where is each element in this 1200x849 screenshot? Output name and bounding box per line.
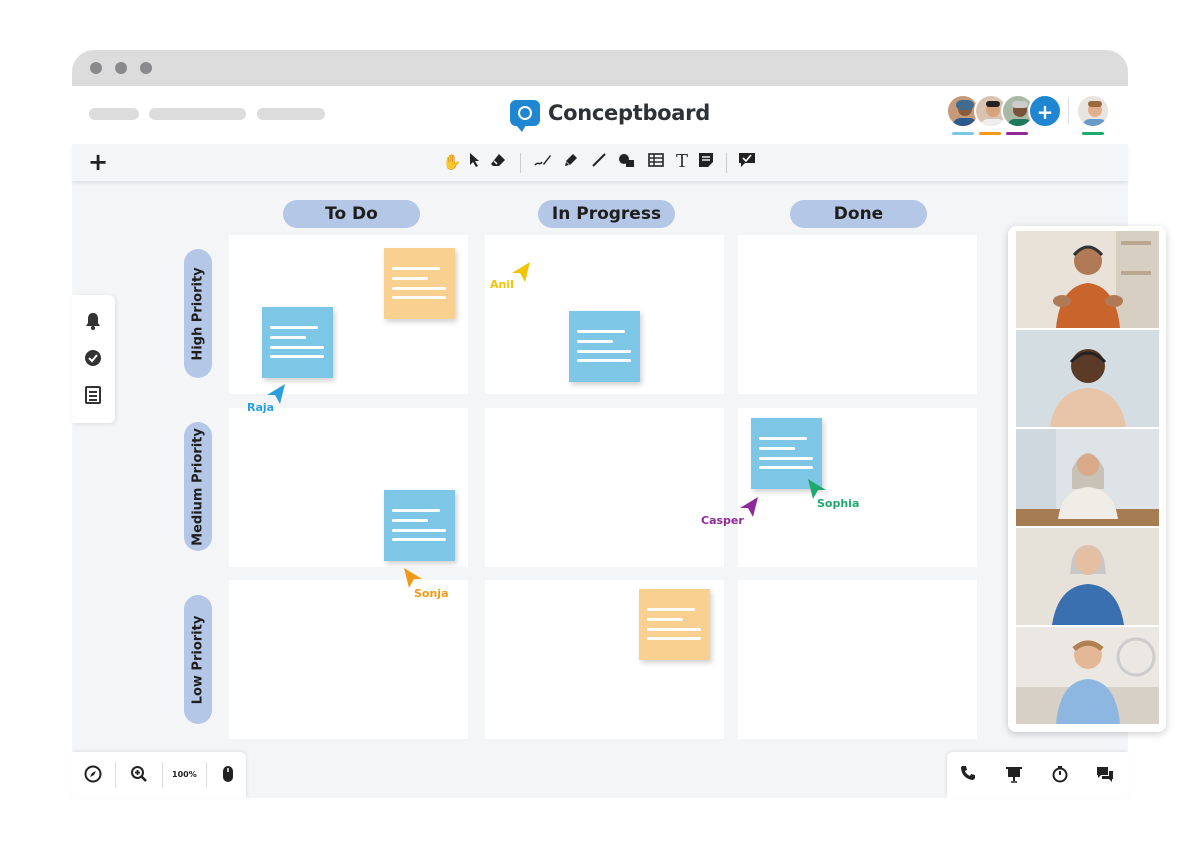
video-participant-tile[interactable] <box>1016 627 1159 724</box>
row-header-low-priority[interactable]: Low Priority <box>184 595 212 724</box>
shapes-icon[interactable] <box>617 152 637 172</box>
phone-icon[interactable] <box>958 765 978 785</box>
cursor-pointer-icon <box>404 568 422 588</box>
column-header-todo[interactable]: To Do <box>283 200 420 228</box>
sticky-note[interactable] <box>384 248 455 319</box>
text-icon[interactable]: T <box>672 152 692 172</box>
notifications-bell-icon[interactable] <box>83 312 103 332</box>
chat-icon[interactable] <box>1095 765 1115 785</box>
mouse-mode-icon[interactable] <box>218 765 238 785</box>
line-icon[interactable] <box>589 152 609 172</box>
table-icon[interactable] <box>646 152 666 172</box>
cursor-label-sonja: Sonja <box>414 587 449 600</box>
timer-icon[interactable] <box>1050 765 1070 785</box>
tasks-check-icon[interactable] <box>83 349 103 369</box>
video-participant-tile[interactable] <box>1016 330 1159 427</box>
column-header-done[interactable]: Done <box>790 200 927 228</box>
eraser-icon[interactable] <box>488 152 508 172</box>
video-participant-tile[interactable] <box>1016 429 1159 526</box>
pen-icon[interactable] <box>533 152 553 172</box>
window-close-dot[interactable] <box>90 62 102 74</box>
comment-icon[interactable] <box>737 152 757 172</box>
cursor-label-raja: Raja <box>247 401 275 414</box>
side-panel <box>72 295 115 423</box>
nav-placeholder[interactable] <box>257 108 325 120</box>
nav-placeholder[interactable] <box>89 108 139 120</box>
zoom-level[interactable]: 100% <box>172 770 197 779</box>
sticky-note[interactable] <box>262 307 333 378</box>
row-header-medium-priority[interactable]: Medium Priority <box>184 422 212 551</box>
cursor-label-casper: Casper <box>701 514 744 527</box>
video-participant-tile[interactable] <box>1016 528 1159 625</box>
sticky-note[interactable] <box>569 311 640 382</box>
select-cursor-icon[interactable] <box>465 152 485 172</box>
title-bar <box>72 50 1128 86</box>
video-participant-tile[interactable] <box>1016 231 1159 328</box>
window-minimize-dot[interactable] <box>115 62 127 74</box>
sticky-note[interactable] <box>639 589 710 660</box>
app-logo: Conceptboard <box>510 100 710 132</box>
nav-placeholder[interactable] <box>149 108 246 120</box>
cursor-label-anil: Anil <box>490 278 514 291</box>
presentation-icon[interactable] <box>1004 765 1024 785</box>
app-header: Conceptboard + <box>72 86 1128 144</box>
app-name: Conceptboard <box>548 101 710 125</box>
compass-icon[interactable] <box>83 765 103 785</box>
add-icon[interactable]: + <box>88 148 108 176</box>
current-user-avatar[interactable] <box>1076 94 1110 128</box>
board-cell[interactable] <box>229 580 468 739</box>
board-cell[interactable] <box>738 580 977 739</box>
row-header-high-priority[interactable]: High Priority <box>184 249 212 378</box>
logo-icon <box>510 100 540 132</box>
sticky-note[interactable] <box>384 490 455 561</box>
zoom-in-icon[interactable] <box>129 765 149 785</box>
list-icon[interactable] <box>83 386 103 406</box>
main-toolbar: + ✋ T <box>72 144 1128 182</box>
window-maximize-dot[interactable] <box>140 62 152 74</box>
add-collaborator-button[interactable]: + <box>1028 94 1062 128</box>
highlighter-icon[interactable] <box>561 152 581 172</box>
hand-icon[interactable]: ✋ <box>442 152 462 172</box>
collaboration-controls <box>947 752 1128 798</box>
column-header-in-progress[interactable]: In Progress <box>538 200 675 228</box>
sticky-note-icon[interactable] <box>696 152 716 172</box>
board-cell[interactable] <box>485 408 724 567</box>
video-call-panel <box>1008 226 1166 732</box>
board-cell[interactable] <box>738 235 977 394</box>
cursor-label-sophia: Sophia <box>817 497 860 510</box>
navigation-controls: 100% <box>72 752 246 798</box>
